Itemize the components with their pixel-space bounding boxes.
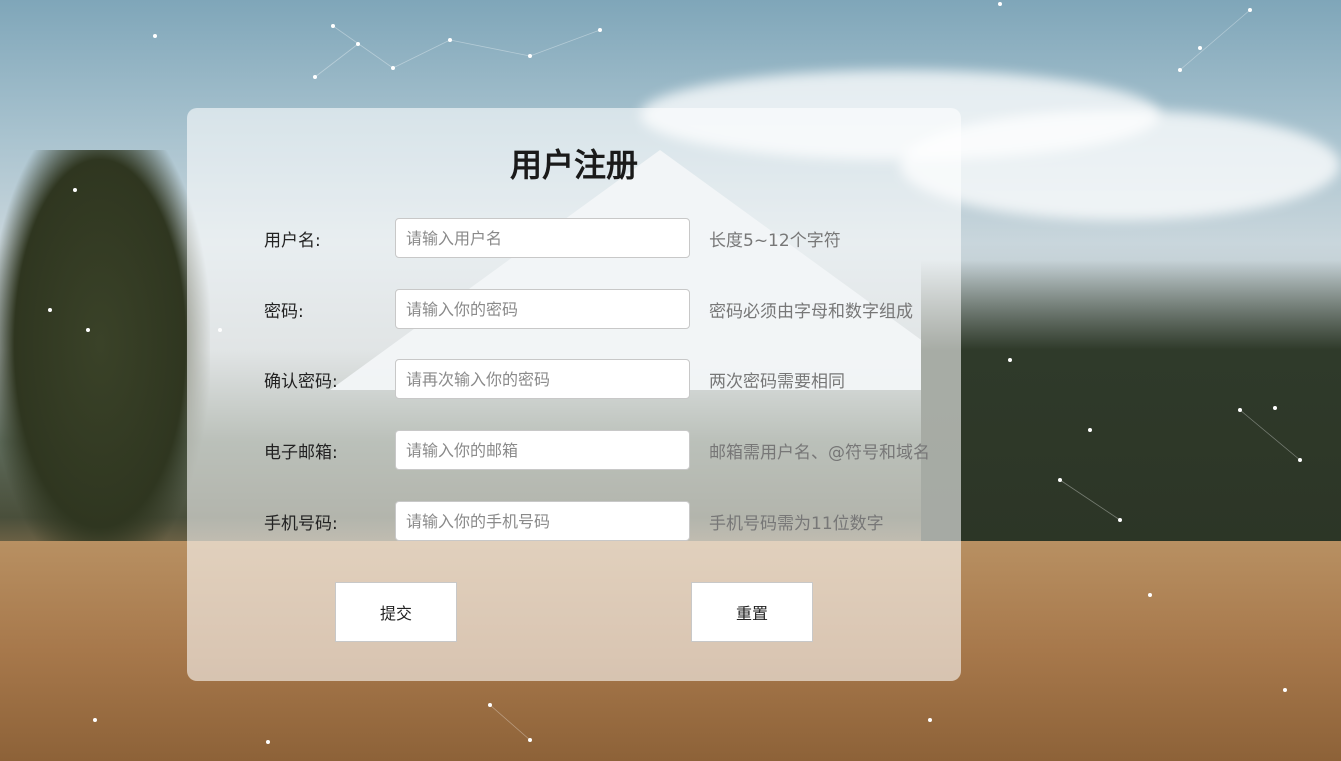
confirm-password-hint: 两次密码需要相同 — [709, 372, 845, 392]
password-hint: 密码必须由字母和数字组成 — [709, 302, 913, 322]
email-hint: 邮箱需用户名、@符号和域名 — [709, 443, 930, 463]
email-label: 电子邮箱: — [264, 443, 338, 463]
username-hint: 长度5~12个字符 — [709, 231, 841, 251]
email-input[interactable] — [395, 430, 690, 470]
phone-input[interactable] — [395, 501, 690, 541]
phone-hint: 手机号码需为11位数字 — [709, 514, 884, 534]
confirm-password-label: 确认密码: — [264, 372, 338, 392]
submit-button[interactable]: 提交 — [335, 582, 457, 642]
page-title: 用户注册 — [509, 146, 638, 184]
password-input[interactable] — [395, 289, 690, 329]
confirm-password-input[interactable] — [395, 359, 690, 399]
reset-button[interactable]: 重置 — [691, 582, 813, 642]
username-input[interactable] — [395, 218, 690, 258]
phone-label: 手机号码: — [264, 514, 338, 534]
username-label: 用户名: — [264, 231, 321, 251]
password-label: 密码: — [264, 302, 304, 322]
